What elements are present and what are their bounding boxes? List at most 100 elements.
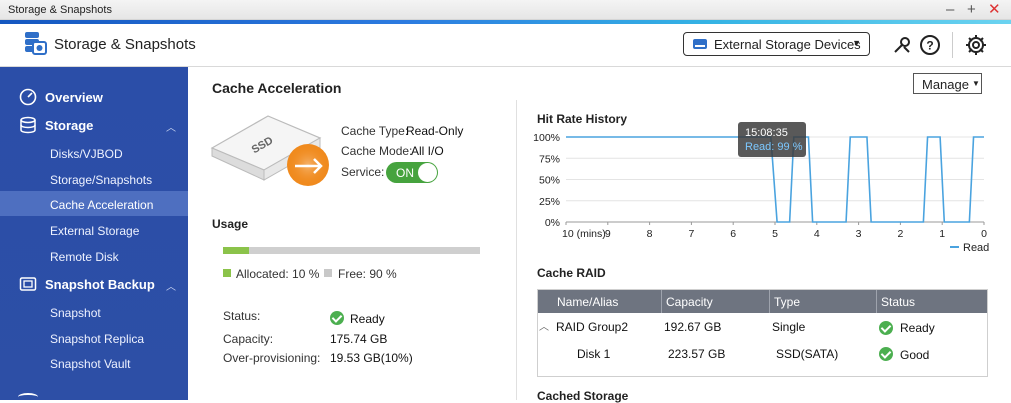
raid-capacity: 192.67 GB [664,320,722,334]
column-header-name[interactable]: Name/Alias [557,295,618,309]
service-toggle[interactable]: ON [386,162,438,183]
y-tick-label: 100% [533,132,560,144]
sidebar-item-storage-snapshots[interactable]: Storage/Snapshots [50,173,152,187]
dropdown-caret-icon: ▼ [852,38,861,48]
disk-name: Disk 1 [577,347,611,361]
cache-type-label: Cache Type: [341,124,409,138]
sidebar-item-snapshot-backup[interactable]: Snapshot Backup [45,277,155,292]
x-tick-label: 2 [897,228,903,240]
service-toggle-state: ON [396,166,414,180]
sidebar-item-snapshot-vault[interactable]: Snapshot Vault [50,357,131,371]
sidebar-item-disks-vjbod[interactable]: Disks/VJBOD [50,147,123,161]
x-tick-label: 0 [981,228,987,240]
hit-rate-heading: Hit Rate History [537,112,628,126]
x-tick-label: 1 [939,228,945,240]
app-title: Storage & Snapshots [54,36,196,53]
external-storage-devices-button[interactable]: External Storage Devices ▼ [683,32,870,56]
column-header-status[interactable]: Status [881,295,915,309]
sidebar-item-snapshot-replica[interactable]: Snapshot Replica [50,332,144,346]
column-separator [769,290,770,313]
y-tick-label: 50% [539,175,560,187]
gear-icon[interactable] [964,33,988,57]
disk-capacity: 223.57 GB [668,347,726,361]
y-tick-label: 75% [539,153,560,165]
maximize-button[interactable]: + [967,1,976,18]
svg-text:?: ? [926,39,933,53]
disk-status: Good [900,348,930,362]
minimize-button[interactable]: – [946,1,954,18]
x-tick-label: 9 [605,228,611,240]
column-separator [876,290,877,313]
service-label: Service: [341,165,385,179]
manage-button-label: Manage [922,77,969,92]
storage-icon [20,116,36,134]
snapshot-backup-icon [19,277,37,291]
capacity-value: 175.74 GB [330,332,388,346]
page-title: Cache Acceleration [212,80,342,96]
x-tick-label: 10 (mins) [562,228,606,240]
cache-raid-heading: Cache RAID [537,266,606,280]
status-value: Ready [350,312,385,326]
allocated-legend-swatch [223,269,231,277]
legend-label: Read [963,242,989,254]
sidebar-item-cache-acceleration[interactable]: Cache Acceleration [50,198,153,212]
column-separator [661,290,662,313]
sidebar: Overview Storage ︿ Disks/VJBOD Storage/S… [0,67,188,400]
overview-icon [19,88,37,106]
usage-heading: Usage [212,217,249,231]
x-tick-label: 6 [730,228,736,240]
chart-tooltip: 15:08:35 Read: 99 % [738,122,806,157]
close-button[interactable]: ✕ [988,1,1001,18]
capacity-label: Capacity: [223,332,274,346]
sidebar-item-overview[interactable]: Overview [45,90,103,105]
x-tick-label: 7 [688,228,694,240]
raid-type: Single [772,320,806,334]
collapse-chevron-icon[interactable]: ︿ [166,278,176,293]
column-header-capacity[interactable]: Capacity [666,295,713,309]
ready-status-icon [879,321,893,335]
sidebar-item-storage[interactable]: Storage [45,118,93,133]
sidebar-item-snapshot[interactable]: Snapshot [50,306,101,320]
content-divider [516,100,517,400]
ssd-illustration: SSD [210,115,329,186]
usage-bar [223,247,480,254]
sidebar-item-external-storage[interactable]: External Storage [50,224,139,238]
collapse-chevron-icon[interactable]: ︿ [166,119,176,134]
x-tick-label: 3 [856,228,862,240]
over-provisioning-label: Over-provisioning: [223,351,321,365]
manage-button[interactable]: Manage ▼ [913,73,982,94]
cached-storage-heading: Cached Storage [537,389,629,403]
table-row[interactable]: Disk 1 223.57 GB SSD(SATA) Good [538,340,987,367]
cache-mode-label: Cache Mode: [341,144,413,158]
help-icon[interactable]: ? [919,34,941,56]
usage-bar-allocated [223,247,249,254]
table-header: Name/Alias Capacity Type Status [538,290,987,313]
header-divider [952,32,953,58]
x-tick-label: 8 [647,228,653,240]
storage-app-icon [25,32,47,55]
column-header-type[interactable]: Type [774,295,800,309]
status-label: Status: [223,309,261,323]
disk-type: SSD(SATA) [776,347,839,361]
app-header: Storage & Snapshots External Storage Dev… [0,24,1011,67]
raid-status: Ready [900,321,935,335]
x-tick-label: 5 [772,228,778,240]
y-tick-label: 25% [539,196,560,208]
expand-chevron-icon[interactable]: ︿ [539,318,549,333]
cache-raid-table: Name/Alias Capacity Type Status ︿ RAID G… [537,289,988,377]
cache-type-value: Read-Only [406,124,464,138]
dropdown-caret-icon: ▼ [972,79,980,88]
sidebar-item-remote-disk[interactable]: Remote Disk [50,250,119,264]
window-titlebar: Storage & Snapshots – + ✕ [0,0,1011,20]
tooltip-time: 15:08:35 [745,127,788,139]
table-row[interactable]: ︿ RAID Group2 192.67 GB Single Ready [538,313,987,340]
raid-name: RAID Group2 [556,320,629,334]
external-drive-icon [693,39,707,49]
window-title: Storage & Snapshots [8,4,112,16]
free-legend-swatch [324,269,332,277]
tooltip-value: Read: 99 % [745,141,803,153]
x-tick-label: 4 [814,228,820,240]
cache-mode-value: All I/O [411,144,444,158]
external-storage-devices-label: External Storage Devices [714,37,861,52]
tools-icon[interactable] [892,35,912,55]
